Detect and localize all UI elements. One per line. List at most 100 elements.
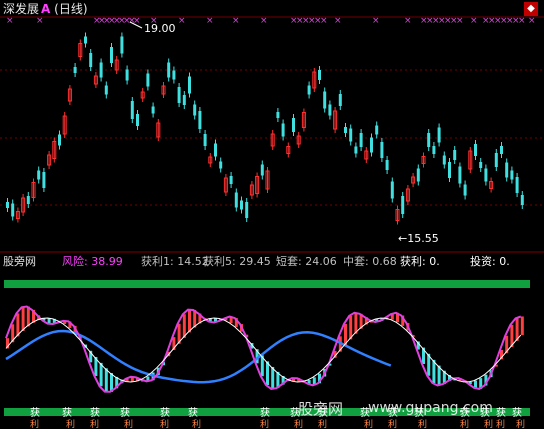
- candle-body: [276, 112, 280, 118]
- sell-signal: 利: [460, 418, 469, 429]
- candle-body: [229, 176, 233, 184]
- candle-body: [130, 101, 134, 119]
- candle-body: [448, 162, 451, 178]
- indicator-bar: [474, 380, 477, 388]
- candle-body: [214, 143, 217, 157]
- low-annotation: ←15.55: [398, 232, 439, 245]
- buy-signal: 获: [188, 407, 198, 419]
- candle-body: [344, 127, 347, 133]
- buy-signal: 获: [496, 407, 506, 419]
- indicator-bar: [26, 306, 30, 327]
- sell-signal: 利: [124, 418, 133, 429]
- sell-signal: 利: [484, 418, 493, 429]
- indicator-item-value: 0.68: [372, 255, 397, 268]
- stock-name: 深发展: [3, 2, 40, 16]
- indicator-item-label: 获利5:: [203, 255, 240, 268]
- cross-marker: ×: [470, 16, 478, 26]
- indicator-item: 获利5: 29.45: [203, 255, 271, 269]
- cross-marker: ×: [528, 16, 536, 26]
- candle-body: [453, 150, 457, 160]
- sell-signal: 利: [516, 418, 525, 429]
- cross-marker: ×: [334, 16, 342, 26]
- indicator-item-value: 0.: [499, 255, 510, 268]
- top-green-band: [4, 280, 530, 288]
- candle-body: [494, 153, 498, 167]
- indicator-item-label: 投资:: [470, 255, 500, 268]
- buy-signal: 获: [90, 407, 100, 419]
- sell-signal: 利: [160, 418, 169, 429]
- sell-signal: 利: [260, 418, 269, 429]
- indicator-bar: [21, 307, 25, 332]
- candle-body: [505, 162, 509, 178]
- buy-signal: 获: [512, 407, 522, 419]
- watermark-url: www.gupang.com: [368, 400, 493, 416]
- sell-signal: 利: [30, 418, 39, 429]
- candle-body: [349, 128, 353, 142]
- candle-body: [37, 170, 41, 180]
- indicator-item-value: 29.45: [239, 255, 271, 268]
- candle-body: [42, 172, 46, 188]
- indicator-bar: [349, 315, 353, 340]
- candle-body: [307, 85, 311, 95]
- candle-body: [136, 114, 139, 126]
- candle-body: [463, 184, 467, 196]
- cross-marker: ×: [320, 16, 328, 26]
- candle-body: [177, 87, 181, 103]
- sell-signal: 利: [496, 418, 505, 429]
- candle-body: [193, 104, 197, 116]
- candle-body: [146, 73, 150, 87]
- buy-signal: 获: [120, 407, 130, 419]
- candle-body: [6, 202, 9, 208]
- candle-body: [500, 146, 503, 154]
- candle-body: [99, 62, 103, 78]
- candle-body: [416, 168, 420, 182]
- indicator-item: 获利: 0.: [400, 255, 440, 269]
- cross-marker: ×: [6, 16, 14, 26]
- candle-body: [188, 76, 191, 94]
- candle-body: [151, 106, 155, 114]
- cross-marker: ×: [206, 16, 214, 26]
- candle-body: [89, 53, 93, 67]
- candle-body: [520, 195, 524, 205]
- indicator-item-value: 24.06: [305, 255, 337, 268]
- candle-body: [401, 196, 405, 214]
- candle-body: [375, 125, 379, 135]
- indicator-item-label: 短套:: [276, 255, 306, 268]
- indicator-bar: [271, 366, 275, 389]
- candle-body: [484, 168, 488, 182]
- sell-signal: 利: [66, 418, 75, 429]
- menu-icon[interactable]: ◆: [524, 2, 538, 16]
- candle-body: [323, 91, 327, 109]
- indicator-item-value: 0.: [429, 255, 440, 268]
- candle-body: [11, 203, 15, 217]
- candle-body: [260, 164, 264, 176]
- candle-body: [380, 142, 384, 158]
- sell-signal: 利: [388, 418, 397, 429]
- candle-body: [474, 144, 477, 156]
- candle-body: [515, 177, 519, 193]
- candle-body: [292, 118, 295, 132]
- buy-signal: 获: [30, 407, 40, 419]
- indicator-bar: [182, 314, 186, 338]
- candle-body: [198, 111, 202, 129]
- candle-body: [437, 127, 441, 143]
- chart-title: 深发展 A (日线): [3, 2, 88, 16]
- high-label: 19.00: [144, 22, 176, 35]
- stock-chart[interactable]: × × ××××××××× × × × × × ×××××× × × × ××××××× × ×××××××…: [0, 0, 544, 429]
- indicator-item: 获利1: 14.52: [141, 255, 209, 269]
- blue-trend-line: [5, 329, 392, 384]
- candle-body: [245, 202, 249, 218]
- candle-body: [328, 104, 332, 116]
- price-candles: [6, 32, 524, 225]
- sell-signal: 利: [192, 418, 201, 429]
- buy-signal: 获: [160, 407, 170, 419]
- candle-body: [120, 36, 124, 54]
- candle-body: [318, 70, 321, 80]
- candle-body: [385, 160, 389, 170]
- watermark-cn: 股旁网: [298, 400, 344, 418]
- indicator-bar: [104, 368, 108, 392]
- low-label: ←15.55: [398, 232, 439, 245]
- sell-signal: 利: [318, 418, 327, 429]
- candle-body: [172, 70, 176, 80]
- candle-body: [240, 200, 243, 210]
